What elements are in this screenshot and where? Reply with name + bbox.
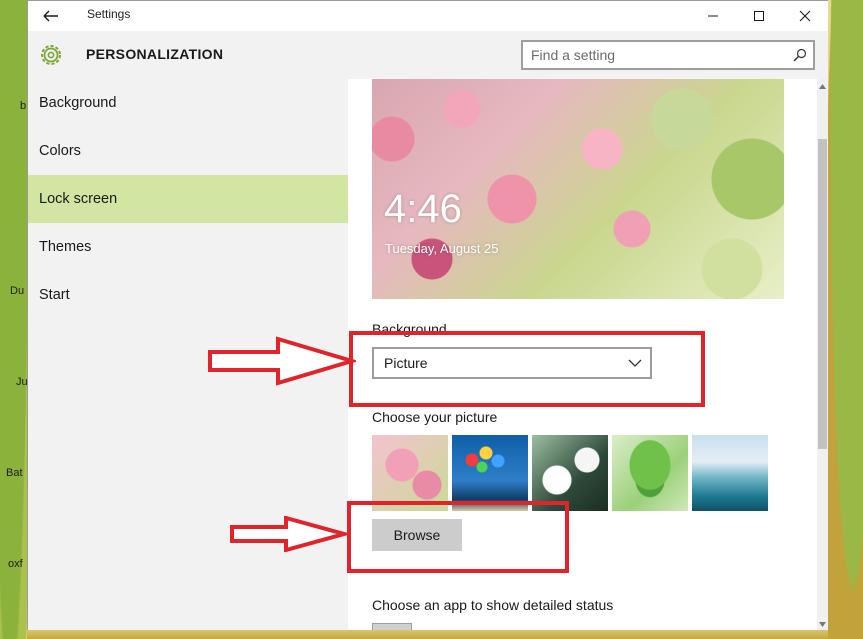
sidebar-item-start[interactable]: Start [28, 271, 348, 319]
desktop-background-right [828, 0, 863, 639]
minimize-icon [708, 15, 718, 17]
settings-header: PERSONALIZATION [28, 31, 828, 79]
maximize-button[interactable] [736, 1, 782, 31]
lock-screen-date: Tuesday, August 25 [385, 241, 499, 256]
sidebar-item-lock-screen[interactable]: Lock screen [28, 175, 348, 223]
sidebar-item-label: Themes [39, 239, 92, 255]
desktop-icon-label[interactable]: Du [10, 285, 24, 297]
maximize-icon [754, 11, 764, 21]
picture-thumbnails [372, 435, 772, 511]
taskbar-edge [27, 630, 828, 639]
section-title: PERSONALIZATION [86, 46, 224, 62]
window-title: Settings [87, 7, 131, 21]
lock-screen-preview: 4:46 Tuesday, August 25 [372, 79, 784, 299]
desktop-background-left [0, 0, 27, 639]
gear-icon [41, 45, 61, 65]
scroll-down-button[interactable] [817, 617, 828, 631]
lock-screen-time: 4:46 [384, 187, 462, 231]
desktop-icon-label[interactable]: oxf [8, 558, 23, 570]
sidebar-item-label: Lock screen [39, 191, 118, 207]
annotation-arrow-icon [208, 336, 356, 386]
annotation-highlight-box [349, 331, 705, 407]
sidebar-item-label: Background [39, 95, 117, 111]
picture-thumbnail[interactable] [612, 435, 688, 511]
picture-thumbnail[interactable] [692, 435, 768, 511]
vertical-scrollbar[interactable] [817, 79, 828, 631]
back-button[interactable] [38, 5, 64, 27]
desktop-icon-label[interactable]: Ju [16, 376, 28, 388]
app-status-label: Choose an app to show detailed status [372, 597, 614, 613]
minimize-button[interactable] [690, 1, 736, 31]
desktop-icon-label[interactable]: Bat [6, 467, 23, 479]
close-icon [799, 10, 811, 22]
annotation-highlight-box [347, 501, 569, 573]
picture-thumbnail[interactable] [452, 435, 528, 511]
close-button[interactable] [782, 1, 828, 31]
sidebar-item-label: Start [39, 287, 70, 303]
search-icon[interactable] [793, 48, 807, 62]
choose-picture-label: Choose your picture [372, 409, 498, 425]
search-box[interactable] [521, 40, 815, 70]
chevron-down-icon [819, 621, 826, 627]
annotation-arrow-icon [230, 516, 348, 552]
search-input[interactable] [531, 45, 781, 65]
chevron-up-icon [819, 83, 826, 89]
sidebar-item-themes[interactable]: Themes [28, 223, 348, 271]
sidebar-item-colors[interactable]: Colors [28, 127, 348, 175]
picture-thumbnail[interactable] [532, 435, 608, 511]
scroll-thumb[interactable] [818, 139, 827, 449]
picture-thumbnail[interactable] [372, 435, 448, 511]
sidebar-item-label: Colors [39, 143, 81, 159]
scroll-up-button[interactable] [817, 79, 828, 93]
title-bar: Settings [28, 1, 828, 31]
sidebar-item-background[interactable]: Background [28, 79, 348, 127]
back-arrow-icon [43, 10, 58, 22]
desktop-icon-label[interactable]: b [20, 100, 26, 112]
